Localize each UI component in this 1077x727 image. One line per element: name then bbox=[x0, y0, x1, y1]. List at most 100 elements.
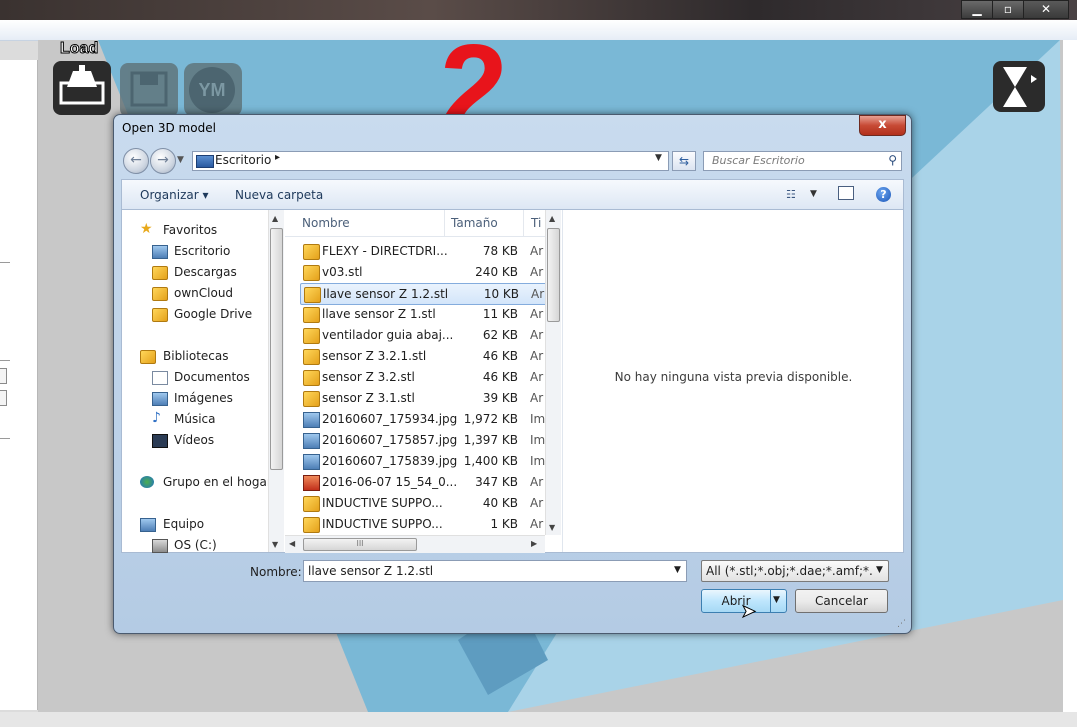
refresh-button[interactable]: ⇆ bbox=[672, 151, 696, 171]
panel-field[interactable] bbox=[0, 390, 7, 406]
file-row[interactable]: 20160607_175857.jpg 1,397 KB Im bbox=[300, 430, 548, 450]
load-tool-icon[interactable] bbox=[53, 61, 111, 115]
file-row[interactable]: llave sensor Z 1.stl 11 KB Ar bbox=[300, 304, 548, 324]
library-icon bbox=[140, 350, 156, 364]
search-input[interactable]: Buscar Escritorio ⚲ bbox=[703, 151, 902, 171]
recent-locations-dropdown[interactable]: ▼ bbox=[177, 155, 184, 165]
file-size: 1 KB bbox=[490, 517, 518, 531]
file-row[interactable]: INDUCTIVE SUPPO... 1 KB Ar bbox=[300, 514, 548, 534]
panel-divider bbox=[0, 360, 10, 361]
file-type: Ar bbox=[530, 328, 544, 342]
open-dropdown-icon[interactable]: ▼ bbox=[773, 595, 780, 605]
breadcrumb-chevron-icon[interactable]: ▸ bbox=[275, 152, 280, 163]
filter-value[interactable]: All (*.stl;*.obj;*.dae;*.amf;*.bmp bbox=[706, 564, 872, 578]
document-icon bbox=[152, 371, 168, 385]
host-toolbar bbox=[0, 20, 1077, 41]
file-row[interactable]: v03.stl 240 KB Ar bbox=[300, 262, 548, 282]
column-divider[interactable] bbox=[444, 210, 445, 236]
star-icon: ★ bbox=[140, 221, 153, 237]
file-type: Im bbox=[530, 412, 546, 426]
file-row[interactable]: sensor Z 3.2.1.stl 46 KB Ar bbox=[300, 346, 548, 366]
address-dropdown-icon[interactable]: ▼ bbox=[655, 153, 662, 163]
3d-model-file-icon bbox=[303, 307, 320, 323]
close-window-button[interactable]: ✕ bbox=[1023, 0, 1069, 19]
load-label: Load bbox=[59, 40, 99, 58]
nav-label: Música bbox=[174, 412, 216, 426]
column-header-name[interactable]: Nombre bbox=[302, 216, 350, 230]
file-row[interactable]: FLEXY - DIRECTDRI... 78 KB Ar bbox=[300, 241, 548, 261]
filename-label: Nombre: bbox=[250, 565, 302, 579]
column-header-size[interactable]: Tamaño bbox=[451, 216, 498, 230]
hourglass-tool-icon bbox=[1003, 67, 1037, 107]
dialog-close-button[interactable]: x bbox=[859, 115, 906, 136]
command-bar: Organizar ▾ Nueva carpeta ☷ ▼ ? bbox=[121, 179, 904, 209]
forward-button[interactable]: → bbox=[150, 148, 176, 174]
file-row[interactable]: llave sensor Z 1.2.stl 10 KB Ar bbox=[300, 283, 550, 305]
pdf-file-icon bbox=[303, 475, 320, 491]
new-folder-button[interactable]: Nueva carpeta bbox=[235, 188, 323, 202]
address-bar[interactable]: Escritorio ▸ ▼ bbox=[192, 151, 669, 171]
nav-label: Grupo en el hogar bbox=[163, 475, 272, 489]
scroll-up-icon[interactable]: ▲ bbox=[272, 214, 278, 223]
file-type-filter[interactable]: All (*.stl;*.obj;*.dae;*.amf;*.bmp ▼ bbox=[701, 560, 889, 582]
minimize-button[interactable]: ▁ bbox=[961, 0, 993, 19]
file-name: sensor Z 3.2.1.stl bbox=[322, 349, 427, 363]
preview-pane: No hay ninguna vista previa disponible. bbox=[562, 210, 904, 552]
scroll-up-icon[interactable]: ▲ bbox=[549, 214, 555, 223]
nav-label: Escritorio bbox=[174, 244, 231, 258]
file-row[interactable]: sensor Z 3.1.stl 39 KB Ar bbox=[300, 388, 548, 408]
cancel-button[interactable]: Cancelar bbox=[795, 589, 888, 613]
preview-pane-icon[interactable] bbox=[838, 186, 854, 200]
scroll-right-icon[interactable]: ▶ bbox=[531, 539, 537, 548]
dialog-title: Open 3D model bbox=[122, 121, 216, 135]
scroll-left-icon[interactable]: ◀ bbox=[289, 539, 295, 548]
3d-model-file-icon bbox=[303, 496, 320, 512]
back-button[interactable]: ← bbox=[123, 148, 149, 174]
file-size: 347 KB bbox=[475, 475, 518, 489]
open-button-label[interactable]: Abrir bbox=[702, 594, 770, 608]
panel-field[interactable] bbox=[0, 368, 7, 384]
save-tool-icon[interactable] bbox=[120, 63, 178, 117]
view-dropdown-icon[interactable]: ▼ bbox=[810, 189, 817, 199]
homegroup-icon bbox=[140, 476, 154, 488]
scroll-down-icon[interactable]: ▼ bbox=[549, 523, 555, 532]
filename-value[interactable]: llave sensor Z 1.2.stl bbox=[308, 564, 433, 578]
panel-divider bbox=[0, 438, 10, 439]
nav-scroll-thumb[interactable] bbox=[270, 228, 283, 470]
filename-input[interactable]: llave sensor Z 1.2.stl ▼ bbox=[303, 560, 687, 582]
resize-grip-icon[interactable]: ⋰ bbox=[897, 619, 906, 629]
image-file-icon bbox=[303, 412, 320, 428]
help-icon[interactable]: ? bbox=[876, 187, 891, 202]
navigation-pane: ★ Favoritos Escritorio Descargas ownClou… bbox=[122, 210, 284, 553]
search-placeholder: Buscar Escritorio bbox=[712, 154, 805, 167]
right-tool-icon[interactable] bbox=[993, 61, 1045, 112]
computer-icon bbox=[140, 518, 156, 532]
address-location[interactable]: Escritorio bbox=[215, 153, 271, 167]
file-row[interactable]: 20160607_175839.jpg 1,400 KB Im bbox=[300, 451, 548, 471]
file-type: Ar bbox=[530, 391, 544, 405]
3d-model-file-icon bbox=[303, 349, 320, 365]
file-size: 78 KB bbox=[482, 244, 518, 258]
file-row[interactable]: 2016-06-07 15_54_0... 347 KB Ar bbox=[300, 472, 548, 492]
file-size: 46 KB bbox=[482, 370, 518, 384]
maximize-button[interactable]: ▫ bbox=[992, 0, 1024, 19]
nav-label: OS (C:) bbox=[174, 538, 217, 552]
file-row[interactable]: ventilador guia abaj... 62 KB Ar bbox=[300, 325, 548, 345]
file-size: 1,397 KB bbox=[463, 433, 518, 447]
file-list-hscroll-thumb[interactable]: III bbox=[303, 538, 417, 551]
file-row[interactable]: 20160607_175934.jpg 1,972 KB Im bbox=[300, 409, 548, 429]
filename-dropdown-icon[interactable]: ▼ bbox=[674, 565, 681, 575]
organize-menu[interactable]: Organizar ▾ bbox=[140, 188, 209, 202]
file-row[interactable]: INDUCTIVE SUPPO... 40 KB Ar bbox=[300, 493, 548, 513]
file-row[interactable]: sensor Z 3.2.stl 46 KB Ar bbox=[300, 367, 548, 387]
view-options-icon[interactable]: ☷ bbox=[786, 188, 796, 201]
ym-tool-icon[interactable]: YM bbox=[184, 63, 242, 117]
column-header-type[interactable]: Ti bbox=[531, 216, 541, 230]
search-icon[interactable]: ⚲ bbox=[888, 153, 897, 167]
scroll-down-icon[interactable]: ▼ bbox=[272, 540, 278, 549]
file-size: 240 KB bbox=[475, 265, 518, 279]
file-list-scroll-thumb[interactable] bbox=[547, 228, 560, 322]
column-divider[interactable] bbox=[523, 210, 524, 236]
file-type: Im bbox=[530, 454, 546, 468]
filter-dropdown-icon[interactable]: ▼ bbox=[876, 565, 883, 575]
